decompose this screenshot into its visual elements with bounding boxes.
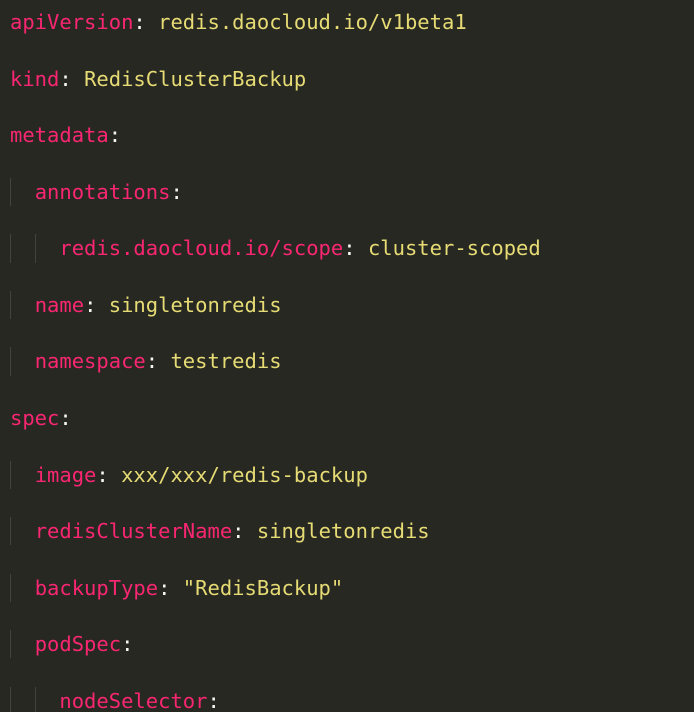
yaml-key: podSpec	[35, 632, 121, 656]
code-line: spec:	[10, 404, 684, 432]
colon: :	[207, 689, 219, 712]
code-line: apiVersion: redis.daocloud.io/v1beta1	[10, 8, 684, 36]
colon: :	[96, 463, 108, 487]
yaml-value: testredis	[170, 349, 281, 373]
yaml-value: "RedisBackup"	[183, 576, 343, 600]
colon: :	[59, 67, 71, 91]
yaml-value: RedisClusterBackup	[84, 67, 306, 91]
yaml-value: redis.daocloud.io/v1beta1	[158, 10, 467, 34]
indent-guide	[10, 178, 11, 206]
indent-guide	[10, 234, 11, 262]
yaml-key: apiVersion	[10, 10, 133, 34]
code-line: metadata:	[10, 121, 684, 149]
yaml-key: image	[35, 463, 97, 487]
code-line: redis.daocloud.io/scope: cluster-scoped	[10, 234, 684, 262]
yaml-key: namespace	[35, 349, 146, 373]
indent-guide	[10, 574, 11, 602]
indent-guide	[10, 687, 11, 712]
colon: :	[146, 349, 158, 373]
yaml-key: metadata	[10, 123, 109, 147]
yaml-key: spec	[10, 406, 59, 430]
indent-guide	[10, 347, 11, 375]
code-line: podSpec:	[10, 630, 684, 658]
indent-guide	[10, 630, 11, 658]
yaml-key: kind	[10, 67, 59, 91]
code-line: kind: RedisClusterBackup	[10, 65, 684, 93]
yaml-key: redisClusterName	[35, 519, 232, 543]
code-line: namespace: testredis	[10, 347, 684, 375]
code-line: image: xxx/xxx/redis-backup	[10, 461, 684, 489]
yaml-value: singletonredis	[257, 519, 430, 543]
yaml-key: annotations	[35, 180, 171, 204]
indent-guide	[35, 687, 36, 712]
colon: :	[84, 293, 96, 317]
code-line: name: singletonredis	[10, 291, 684, 319]
colon: :	[59, 406, 71, 430]
yaml-value: singletonredis	[109, 293, 282, 317]
colon: :	[158, 576, 170, 600]
indent-guide	[35, 234, 36, 262]
indent-guide	[10, 291, 11, 319]
colon: :	[121, 632, 133, 656]
colon: :	[109, 123, 121, 147]
code-line: annotations:	[10, 178, 684, 206]
yaml-key: nodeSelector	[59, 689, 207, 712]
colon: :	[133, 10, 145, 34]
yaml-value: xxx/xxx/redis-backup	[121, 463, 368, 487]
yaml-code-block: apiVersion: redis.daocloud.io/v1beta1 ki…	[0, 0, 694, 712]
yaml-key: name	[35, 293, 84, 317]
colon: :	[343, 236, 355, 260]
yaml-key: backupType	[35, 576, 158, 600]
yaml-value: cluster-scoped	[368, 236, 541, 260]
colon: :	[232, 519, 244, 543]
code-line: nodeSelector:	[10, 687, 684, 712]
indent-guide	[10, 461, 11, 489]
colon: :	[170, 180, 182, 204]
indent-guide	[10, 517, 11, 545]
yaml-key: redis.daocloud.io/scope	[59, 236, 343, 260]
code-line: backupType: "RedisBackup"	[10, 574, 684, 602]
code-line: redisClusterName: singletonredis	[10, 517, 684, 545]
